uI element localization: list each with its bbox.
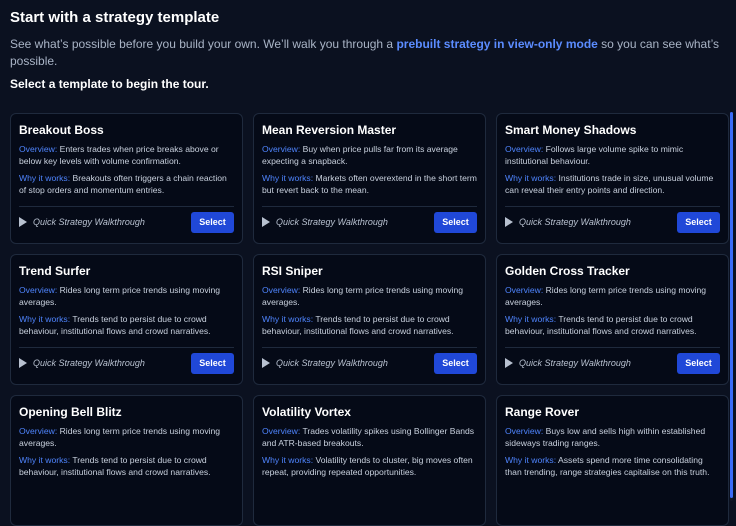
card-footer: Quick Strategy Walkthrough Select xyxy=(505,206,720,237)
template-card: Smart Money Shadows Overview: Follows la… xyxy=(496,113,729,244)
why-label: Why it works: xyxy=(505,173,557,183)
header-section: Start with a strategy template See what’… xyxy=(10,8,726,92)
template-card: RSI Sniper Overview: Rides long term pri… xyxy=(253,254,486,385)
overview-label: Overview: xyxy=(262,144,301,154)
select-button[interactable]: Select xyxy=(434,211,477,233)
card-footer: Quick Strategy Walkthrough Select xyxy=(262,206,477,237)
walkthrough-link[interactable]: Quick Strategy Walkthrough xyxy=(262,217,388,227)
card-title: Smart Money Shadows xyxy=(505,123,637,137)
why-label: Why it works: xyxy=(262,455,314,465)
card-footer: Quick Strategy Walkthrough Select xyxy=(19,206,234,237)
card-why: Why it works: Markets often overextend i… xyxy=(262,173,477,196)
play-icon xyxy=(262,217,270,227)
template-grid: Breakout Boss Overview: Enters trades wh… xyxy=(10,113,729,526)
why-label: Why it works: xyxy=(19,314,71,324)
card-footer: Quick Strategy Walkthrough Select xyxy=(505,347,720,378)
card-why: Why it works: Trends tend to persist due… xyxy=(505,314,720,337)
card-overview: Overview: Rides long term price trends u… xyxy=(19,426,234,449)
walkthrough-link[interactable]: Quick Strategy Walkthrough xyxy=(505,358,631,368)
why-label: Why it works: xyxy=(505,455,557,465)
walkthrough-label: Quick Strategy Walkthrough xyxy=(33,217,145,227)
card-overview: Overview: Buy when price pulls far from … xyxy=(262,144,477,167)
template-card: Trend Surfer Overview: Rides long term p… xyxy=(10,254,243,385)
card-why: Why it works: Volatility tends to cluste… xyxy=(262,455,477,478)
template-card: Range Rover Overview: Buys low and sells… xyxy=(496,395,729,526)
overview-label: Overview: xyxy=(505,144,544,154)
select-button[interactable]: Select xyxy=(677,352,720,374)
overview-label: Overview: xyxy=(505,426,544,436)
overview-label: Overview: xyxy=(19,426,58,436)
play-icon xyxy=(505,217,513,227)
walkthrough-label: Quick Strategy Walkthrough xyxy=(519,358,631,368)
card-why: Why it works: Breakouts often triggers a… xyxy=(19,173,234,196)
intro-text-before: See what’s possible before you build you… xyxy=(10,37,397,51)
overview-label: Overview: xyxy=(19,285,58,295)
overview-label: Overview: xyxy=(505,285,544,295)
walkthrough-link[interactable]: Quick Strategy Walkthrough xyxy=(19,358,145,368)
card-title: Mean Reversion Master xyxy=(262,123,397,137)
card-title: Golden Cross Tracker xyxy=(505,264,630,278)
card-footer: Quick Strategy Walkthrough Select xyxy=(262,347,477,378)
walkthrough-label: Quick Strategy Walkthrough xyxy=(276,358,388,368)
card-overview: Overview: Follows large volume spike to … xyxy=(505,144,720,167)
walkthrough-link[interactable]: Quick Strategy Walkthrough xyxy=(19,217,145,227)
card-title: Trend Surfer xyxy=(19,264,91,278)
select-button[interactable]: Select xyxy=(191,211,234,233)
card-title: Volatility Vortex xyxy=(262,405,351,419)
why-label: Why it works: xyxy=(262,173,314,183)
overview-label: Overview: xyxy=(262,426,301,436)
select-button[interactable]: Select xyxy=(191,352,234,374)
card-overview: Overview: Trades volatility spikes using… xyxy=(262,426,477,449)
select-button[interactable]: Select xyxy=(434,352,477,374)
card-why: Why it works: Trends tend to persist due… xyxy=(19,455,234,478)
overview-label: Overview: xyxy=(262,285,301,295)
card-title: RSI Sniper xyxy=(262,264,323,278)
play-icon xyxy=(19,217,27,227)
walkthrough-label: Quick Strategy Walkthrough xyxy=(33,358,145,368)
card-why: Why it works: Trends tend to persist due… xyxy=(19,314,234,337)
card-footer: Quick Strategy Walkthrough Select xyxy=(19,347,234,378)
card-overview: Overview: Rides long term price trends u… xyxy=(19,285,234,308)
template-card: Opening Bell Blitz Overview: Rides long … xyxy=(10,395,243,526)
template-card: Mean Reversion Master Overview: Buy when… xyxy=(253,113,486,244)
scrollbar-thumb[interactable] xyxy=(730,112,733,498)
why-label: Why it works: xyxy=(505,314,557,324)
play-icon xyxy=(19,358,27,368)
page-title: Start with a strategy template xyxy=(10,9,220,26)
overview-label: Overview: xyxy=(19,144,58,154)
card-overview: Overview: Enters trades when price break… xyxy=(19,144,234,167)
card-title: Opening Bell Blitz xyxy=(19,405,122,419)
card-overview: Overview: Rides long term price trends u… xyxy=(262,285,477,308)
card-title: Breakout Boss xyxy=(19,123,104,137)
select-button[interactable]: Select xyxy=(677,211,720,233)
walkthrough-label: Quick Strategy Walkthrough xyxy=(519,217,631,227)
card-why: Why it works: Institutions trade in size… xyxy=(505,173,720,196)
walkthrough-label: Quick Strategy Walkthrough xyxy=(276,217,388,227)
card-overview: Overview: Rides long term price trends u… xyxy=(505,285,720,308)
select-prompt: Select a template to begin the tour. xyxy=(10,77,209,91)
why-label: Why it works: xyxy=(19,173,71,183)
scrollbar[interactable] xyxy=(730,112,733,501)
template-card: Breakout Boss Overview: Enters trades wh… xyxy=(10,113,243,244)
card-title: Range Rover xyxy=(505,405,580,419)
intro-highlight: prebuilt strategy in view-only mode xyxy=(396,37,598,51)
template-card: Volatility Vortex Overview: Trades volat… xyxy=(253,395,486,526)
card-why: Why it works: Trends tend to persist due… xyxy=(262,314,477,337)
template-card: Golden Cross Tracker Overview: Rides lon… xyxy=(496,254,729,385)
intro-text: See what’s possible before you build you… xyxy=(10,36,726,70)
why-label: Why it works: xyxy=(19,455,71,465)
why-label: Why it works: xyxy=(262,314,314,324)
play-icon xyxy=(262,358,270,368)
walkthrough-link[interactable]: Quick Strategy Walkthrough xyxy=(505,217,631,227)
walkthrough-link[interactable]: Quick Strategy Walkthrough xyxy=(262,358,388,368)
card-why: Why it works: Assets spend more time con… xyxy=(505,455,720,478)
play-icon xyxy=(505,358,513,368)
card-overview: Overview: Buys low and sells high within… xyxy=(505,426,720,449)
